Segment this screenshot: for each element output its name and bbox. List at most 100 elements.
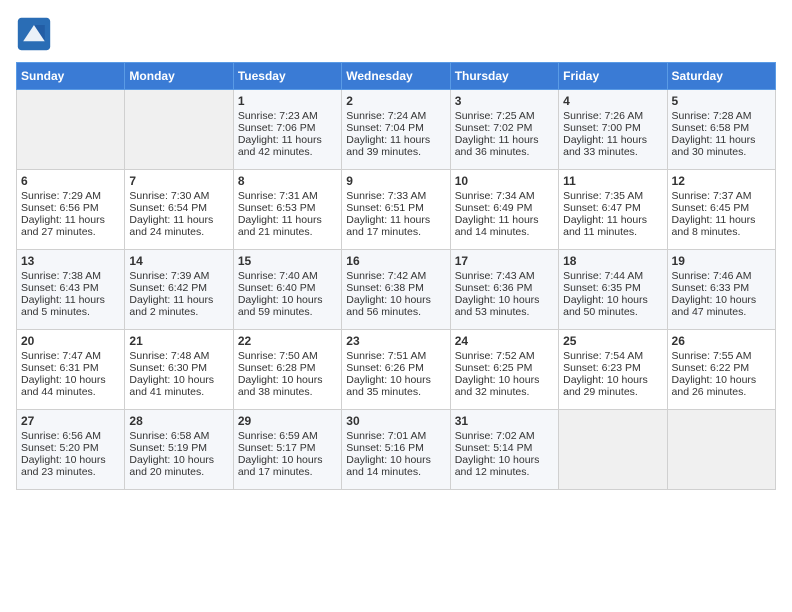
sunset-text: Sunset: 6:43 PM — [21, 282, 120, 294]
calendar-cell: 20Sunrise: 7:47 AMSunset: 6:31 PMDayligh… — [17, 330, 125, 410]
calendar-cell: 29Sunrise: 6:59 AMSunset: 5:17 PMDayligh… — [233, 410, 341, 490]
sunset-text: Sunset: 5:17 PM — [238, 442, 337, 454]
daylight-text: Daylight: 11 hours and 33 minutes. — [563, 134, 662, 158]
day-number: 21 — [129, 334, 228, 348]
sunrise-text: Sunrise: 7:44 AM — [563, 270, 662, 282]
day-number: 18 — [563, 254, 662, 268]
calendar-table: SundayMondayTuesdayWednesdayThursdayFrid… — [16, 62, 776, 490]
calendar-cell: 6Sunrise: 7:29 AMSunset: 6:56 PMDaylight… — [17, 170, 125, 250]
sunrise-text: Sunrise: 7:28 AM — [672, 110, 771, 122]
calendar-cell: 23Sunrise: 7:51 AMSunset: 6:26 PMDayligh… — [342, 330, 450, 410]
calendar-cell — [559, 410, 667, 490]
logo-icon — [16, 16, 52, 52]
logo — [16, 16, 56, 52]
daylight-text: Daylight: 10 hours and 26 minutes. — [672, 374, 771, 398]
sunset-text: Sunset: 6:47 PM — [563, 202, 662, 214]
sunrise-text: Sunrise: 7:02 AM — [455, 430, 554, 442]
sunset-text: Sunset: 6:33 PM — [672, 282, 771, 294]
daylight-text: Daylight: 10 hours and 23 minutes. — [21, 454, 120, 478]
sunrise-text: Sunrise: 7:42 AM — [346, 270, 445, 282]
daylight-text: Daylight: 11 hours and 27 minutes. — [21, 214, 120, 238]
day-number: 19 — [672, 254, 771, 268]
calendar-cell: 9 Sunrise: 7:33 AMSunset: 6:51 PMDaylight… — [342, 170, 450, 250]
sunrise-text: Sunrise: 7:31 AM — [238, 190, 337, 202]
day-number: 17 — [455, 254, 554, 268]
sunrise-text: Sunrise: 7:37 AM — [672, 190, 771, 202]
sunset-text: Sunset: 6:51 PM — [346, 202, 445, 214]
daylight-text: Daylight: 11 hours and 14 minutes. — [455, 214, 554, 238]
sunset-text: Sunset: 5:14 PM — [455, 442, 554, 454]
calendar-cell: 15Sunrise: 7:40 AMSunset: 6:40 PMDayligh… — [233, 250, 341, 330]
day-number: 28 — [129, 414, 228, 428]
day-number: 1 — [238, 94, 337, 108]
day-number: 9 — [346, 174, 445, 188]
day-header-sunday: Sunday — [17, 63, 125, 90]
sunrise-text: Sunrise: 7:46 AM — [672, 270, 771, 282]
sunset-text: Sunset: 6:26 PM — [346, 362, 445, 374]
daylight-text: Daylight: 11 hours and 30 minutes. — [672, 134, 771, 158]
sunrise-text: Sunrise: 7:40 AM — [238, 270, 337, 282]
calendar-cell — [17, 90, 125, 170]
sunrise-text: Sunrise: 7:01 AM — [346, 430, 445, 442]
calendar-cell: 2Sunrise: 7:24 AMSunset: 7:04 PMDaylight… — [342, 90, 450, 170]
daylight-text: Daylight: 11 hours and 5 minutes. — [21, 294, 120, 318]
day-number: 26 — [672, 334, 771, 348]
sunset-text: Sunset: 6:49 PM — [455, 202, 554, 214]
calendar-cell — [667, 410, 775, 490]
calendar-cell: 18Sunrise: 7:44 AMSunset: 6:35 PMDayligh… — [559, 250, 667, 330]
calendar-cell: 31 Sunrise: 7:02 AMSunset: 5:14 PMDayligh… — [450, 410, 558, 490]
daylight-text: Daylight: 11 hours and 36 minutes. — [455, 134, 554, 158]
day-number: 10 — [455, 174, 554, 188]
sunset-text: Sunset: 6:42 PM — [129, 282, 228, 294]
sunset-text: Sunset: 6:30 PM — [129, 362, 228, 374]
day-number: 6 — [21, 174, 120, 188]
calendar-cell: 28Sunrise: 6:58 AMSunset: 5:19 PMDayligh… — [125, 410, 233, 490]
day-number: 15 — [238, 254, 337, 268]
sunset-text: Sunset: 5:20 PM — [21, 442, 120, 454]
day-header-tuesday: Tuesday — [233, 63, 341, 90]
day-number: 8 — [238, 174, 337, 188]
sunset-text: Sunset: 6:36 PM — [455, 282, 554, 294]
daylight-text: Daylight: 10 hours and 47 minutes. — [672, 294, 771, 318]
day-header-friday: Friday — [559, 63, 667, 90]
daylight-text: Daylight: 10 hours and 41 minutes. — [129, 374, 228, 398]
calendar-week-row: 1Sunrise: 7:23 AMSunset: 7:06 PMDaylight… — [17, 90, 776, 170]
day-number: 3 — [455, 94, 554, 108]
daylight-text: Daylight: 11 hours and 17 minutes. — [346, 214, 445, 238]
daylight-text: Daylight: 10 hours and 35 minutes. — [346, 374, 445, 398]
sunrise-text: Sunrise: 7:30 AM — [129, 190, 228, 202]
day-number: 13 — [21, 254, 120, 268]
day-number: 2 — [346, 94, 445, 108]
day-number: 31 — [455, 414, 554, 428]
calendar-cell: 19 Sunrise: 7:46 AMSunset: 6:33 PMDayligh… — [667, 250, 775, 330]
daylight-text: Daylight: 10 hours and 38 minutes. — [238, 374, 337, 398]
daylight-text: Daylight: 11 hours and 39 minutes. — [346, 134, 445, 158]
day-number: 24 — [455, 334, 554, 348]
daylight-text: Daylight: 10 hours and 17 minutes. — [238, 454, 337, 478]
calendar-cell: 26Sunrise: 7:55 AMSunset: 6:22 PMDayligh… — [667, 330, 775, 410]
daylight-text: Daylight: 10 hours and 29 minutes. — [563, 374, 662, 398]
calendar-header-row: SundayMondayTuesdayWednesdayThursdayFrid… — [17, 63, 776, 90]
calendar-week-row: 27Sunrise: 6:56 AMSunset: 5:20 PMDayligh… — [17, 410, 776, 490]
sunrise-text: Sunrise: 7:35 AM — [563, 190, 662, 202]
daylight-text: Daylight: 10 hours and 12 minutes. — [455, 454, 554, 478]
sunrise-text: Sunrise: 7:48 AM — [129, 350, 228, 362]
day-number: 25 — [563, 334, 662, 348]
day-header-saturday: Saturday — [667, 63, 775, 90]
sunrise-text: Sunrise: 7:25 AM — [455, 110, 554, 122]
day-number: 29 — [238, 414, 337, 428]
sunrise-text: Sunrise: 7:33 AM — [346, 190, 445, 202]
calendar-cell — [125, 90, 233, 170]
day-number: 11 — [563, 174, 662, 188]
day-number: 16 — [346, 254, 445, 268]
sunrise-text: Sunrise: 7:51 AM — [346, 350, 445, 362]
daylight-text: Daylight: 11 hours and 42 minutes. — [238, 134, 337, 158]
calendar-cell: 27Sunrise: 6:56 AMSunset: 5:20 PMDayligh… — [17, 410, 125, 490]
sunset-text: Sunset: 5:16 PM — [346, 442, 445, 454]
calendar-week-row: 13Sunrise: 7:38 AMSunset: 6:43 PMDayligh… — [17, 250, 776, 330]
calendar-cell: 3Sunrise: 7:25 AMSunset: 7:02 PMDaylight… — [450, 90, 558, 170]
day-number: 7 — [129, 174, 228, 188]
day-number: 30 — [346, 414, 445, 428]
daylight-text: Daylight: 10 hours and 20 minutes. — [129, 454, 228, 478]
daylight-text: Daylight: 11 hours and 2 minutes. — [129, 294, 228, 318]
